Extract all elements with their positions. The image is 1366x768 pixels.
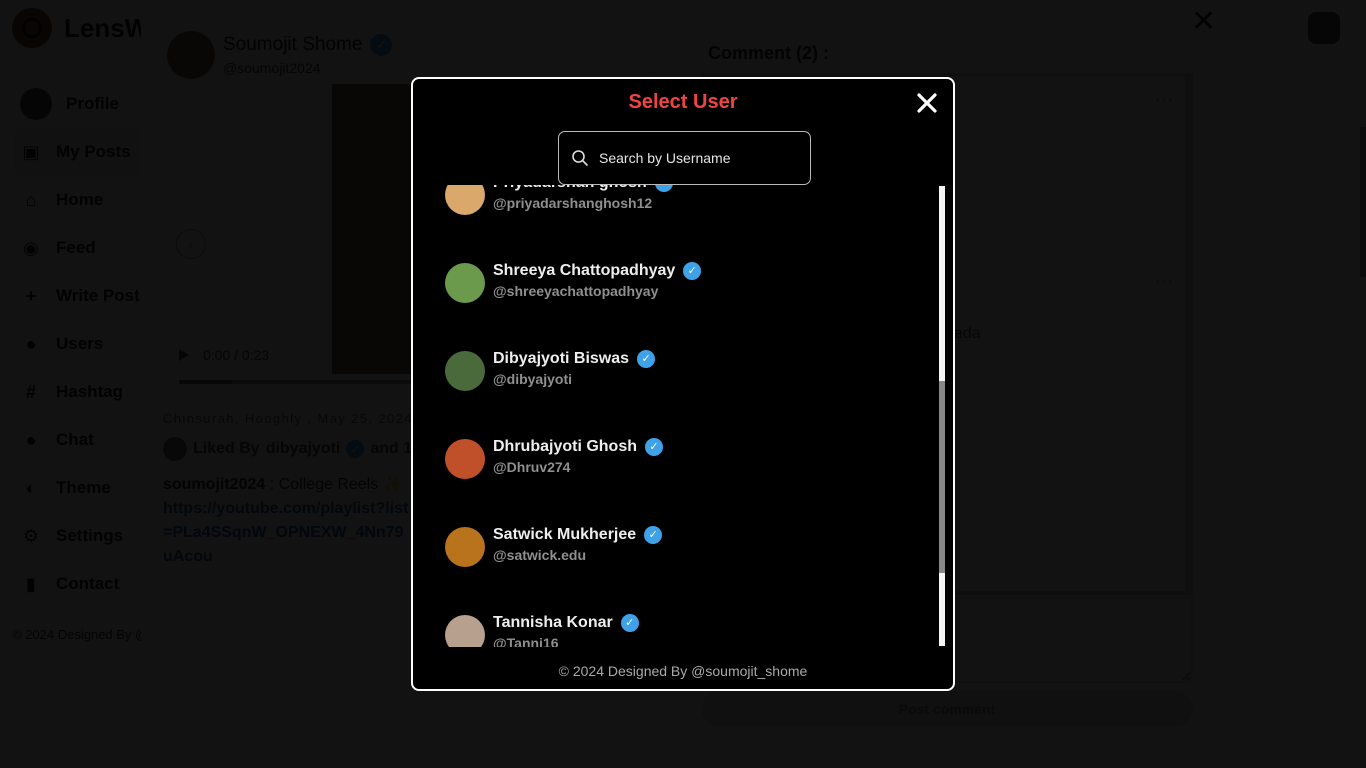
verified-badge-icon: ✓ <box>654 185 673 192</box>
user-avatar <box>445 351 485 391</box>
user-avatar <box>445 439 485 479</box>
verified-badge-icon: ✓ <box>645 438 663 456</box>
user-list-content: Priyadarshan ghosh✓@priyadarshanghosh12S… <box>445 185 702 647</box>
user-list-item[interactable]: Tannisha Konar ✓ @Tanni16 <box>445 613 701 647</box>
user-list-item[interactable]: Priyadarshan ghosh ✓@priyadarshanghosh12 <box>445 185 701 261</box>
user-handle: @priyadarshanghosh12 <box>493 195 653 211</box>
user-handle: @dibyajyoti <box>493 371 572 387</box>
modal-title: Select User <box>628 91 738 113</box>
user-name: Tannisha Konar <box>493 614 613 631</box>
verified-badge-icon: ✓ <box>620 614 639 632</box>
user-avatar <box>445 527 485 567</box>
user-list-item[interactable]: Satwick Mukherjee ✓ @satwick.edu <box>445 525 701 613</box>
select-user-modal: Select User Priyadarshan ghosh✓@priyadar… <box>411 77 955 691</box>
user-handle: @satwick.edu <box>493 547 587 563</box>
user-name: Dibyajyoti Biswas <box>493 350 630 367</box>
user-handle: @Dhruv274 <box>493 459 571 475</box>
verified-badge-icon: ✓ <box>644 526 663 544</box>
user-list-scrollbar-thumb[interactable] <box>939 381 945 573</box>
user-name: Shreeya Chattopadhyay <box>493 262 676 279</box>
user-avatar <box>445 263 485 303</box>
verified-badge-icon: ✓ <box>637 350 656 368</box>
user-name: Satwick Mukherjee <box>493 526 637 543</box>
search-input[interactable] <box>599 150 789 166</box>
user-list-item[interactable]: Shreeya Chattopadhyay ✓ @shreeyachattopadh… <box>445 261 702 349</box>
verified-badge-icon: ✓ <box>683 262 702 280</box>
user-name: Dhrubajyoti Ghosh <box>493 438 637 455</box>
modal-footer: © 2024 Designed By @soumojit_shome <box>558 663 808 679</box>
search-icon <box>572 150 588 166</box>
user-list-item[interactable]: Dibyajyoti Biswas ✓ @dibyajyoti <box>445 349 701 437</box>
user-list-item[interactable]: Dhrubajyoti Ghosh ✓ @Dhruv274 <box>445 437 701 525</box>
user-handle: @shreeyachattopadhyay <box>493 283 659 299</box>
user-avatar <box>445 615 485 647</box>
user-name: Priyadarshan ghosh <box>493 185 647 193</box>
user-list-scrollbar[interactable] <box>939 186 945 646</box>
search-field[interactable] <box>558 131 811 185</box>
user-list: Priyadarshan ghosh✓@priyadarshanghosh12S… <box>413 185 943 647</box>
user-avatar <box>445 185 485 215</box>
close-icon[interactable] <box>915 91 939 115</box>
user-handle: @Tanni16 <box>493 635 559 647</box>
